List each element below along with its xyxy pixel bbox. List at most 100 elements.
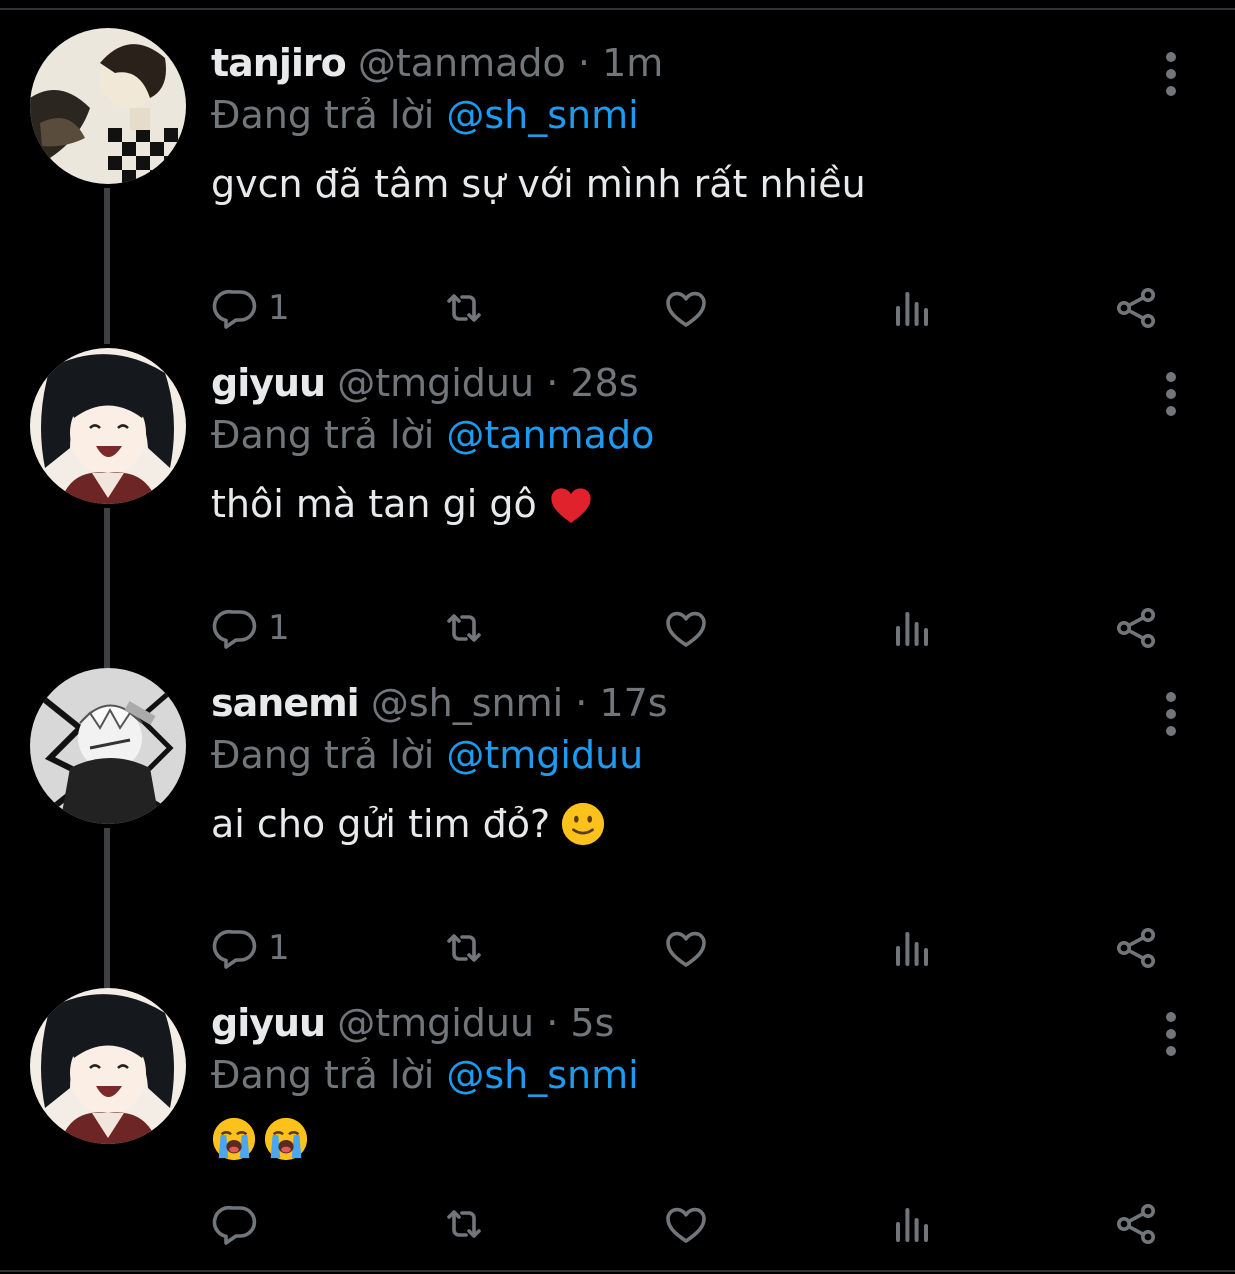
display-name[interactable]: tanjiro [211,41,347,85]
timestamp[interactable]: 1m [602,41,663,85]
replying-to: Đang trả lời @tanmado [211,410,654,460]
replying-to: Đang trả lời @tmgiduu [211,730,643,780]
avatar[interactable] [30,668,186,824]
tweet-text-content: ai cho gửi tim đỏ? [211,802,551,846]
tweet[interactable]: giyuu @tmgiduu · 5s Đang trả lời @sh_snm… [0,988,1235,1270]
reply-prefix: Đang trả lời [211,93,435,137]
separator-dot: · [577,41,590,85]
loudly-crying-face-icon [264,1117,308,1161]
avatar[interactable] [30,348,186,504]
slightly-smiling-face-icon [562,802,605,846]
timestamp[interactable]: 5s [570,1001,614,1045]
action-bar: 1 [0,598,1235,658]
views-icon [888,1200,936,1248]
more-options-icon[interactable] [1160,1012,1182,1056]
avatar[interactable] [30,28,186,184]
action-bar [0,1194,1235,1254]
like-button[interactable] [662,598,710,658]
timestamp[interactable]: 28s [570,361,638,405]
sanemi-avatar-icon [30,668,186,824]
tweet-text: gvcn đã tâm sự với mình rất nhiều [211,156,866,212]
mention-link[interactable]: @sh_snmi [446,1053,638,1097]
replying-to: Đang trả lời @sh_snmi [211,90,639,140]
views-icon [888,924,936,972]
retweet-button[interactable] [440,1194,488,1254]
replying-to: Đang trả lời @sh_snmi [211,1050,639,1100]
retweet-button[interactable] [440,278,488,338]
share-button[interactable] [1112,918,1160,978]
display-name[interactable]: sanemi [211,681,360,725]
display-name[interactable]: giyuu [211,1001,326,1045]
tweet-header: tanjiro @tanmado · 1m [211,38,663,88]
tweet-text: thôi mà tan gi gô [211,476,595,532]
retweet-button[interactable] [440,598,488,658]
reply-count: 1 [268,928,290,968]
red-heart-icon [551,488,591,523]
reply-button[interactable]: 1 [212,918,290,978]
reply-count: 1 [268,608,290,648]
reply-icon [212,284,260,332]
bottom-divider [0,1270,1235,1272]
separator-dot: · [575,681,588,725]
like-button[interactable] [662,918,710,978]
share-icon [1112,924,1160,972]
user-handle[interactable]: @tmgiduu [337,1001,534,1045]
tweet[interactable]: giyuu @tmgiduu · 28s Đang trả lời @tanma… [0,348,1235,658]
separator-dot: · [546,361,559,405]
reply-button[interactable]: 1 [212,598,290,658]
tweet-text [211,1116,309,1162]
tweet-header: giyuu @tmgiduu · 28s [211,358,639,408]
tweet[interactable]: sanemi @sh_snmi · 17s Đang trả lời @tmgi… [0,668,1235,978]
reply-icon [212,1200,260,1248]
mention-link[interactable]: @tanmado [446,413,654,457]
like-button[interactable] [662,1194,710,1254]
retweet-icon [440,604,488,652]
tweet-text: ai cho gửi tim đỏ? [211,796,606,852]
retweet-button[interactable] [440,918,488,978]
reply-icon [212,924,260,972]
user-handle[interactable]: @tmgiduu [337,361,534,405]
share-button[interactable] [1112,598,1160,658]
mention-link[interactable]: @tmgiduu [446,733,643,777]
views-button[interactable] [888,278,936,338]
more-options-icon[interactable] [1160,52,1182,96]
reply-prefix: Đang trả lời [211,1053,435,1097]
giyuu-avatar-icon [30,348,186,504]
tweet[interactable]: tanjiro @tanmado · 1m Đang trả lời @sh_s… [0,28,1235,338]
views-button[interactable] [888,1194,936,1254]
action-bar: 1 [0,278,1235,338]
views-button[interactable] [888,918,936,978]
views-icon [888,604,936,652]
display-name[interactable]: giyuu [211,361,326,405]
timestamp[interactable]: 17s [599,681,667,725]
loudly-crying-face-icon [212,1117,256,1161]
mention-link[interactable]: @sh_snmi [446,93,638,137]
user-handle[interactable]: @sh_snmi [371,681,563,725]
tweet-header: sanemi @sh_snmi · 17s [211,678,668,728]
share-icon [1112,284,1160,332]
tweet-text-content: thôi mà tan gi gô [211,482,537,526]
reply-button[interactable]: 1 [212,278,290,338]
tweet-text-content: gvcn đã tâm sự với mình rất nhiều [211,162,866,206]
top-divider [0,8,1235,10]
retweet-icon [440,924,488,972]
retweet-icon [440,1200,488,1248]
reply-icon [212,604,260,652]
share-button[interactable] [1112,1194,1160,1254]
like-button[interactable] [662,278,710,338]
views-button[interactable] [888,598,936,658]
user-handle[interactable]: @tanmado [358,41,566,85]
heart-icon [662,1200,710,1248]
more-options-icon[interactable] [1160,372,1182,416]
tweet-header: giyuu @tmgiduu · 5s [211,998,614,1048]
reply-prefix: Đang trả lời [211,733,435,777]
avatar[interactable] [30,988,186,1144]
more-options-icon[interactable] [1160,692,1182,736]
reply-button[interactable] [212,1194,268,1254]
reply-count: 1 [268,288,290,328]
share-button[interactable] [1112,278,1160,338]
heart-icon [662,284,710,332]
retweet-icon [440,284,488,332]
share-icon [1112,604,1160,652]
share-icon [1112,1200,1160,1248]
